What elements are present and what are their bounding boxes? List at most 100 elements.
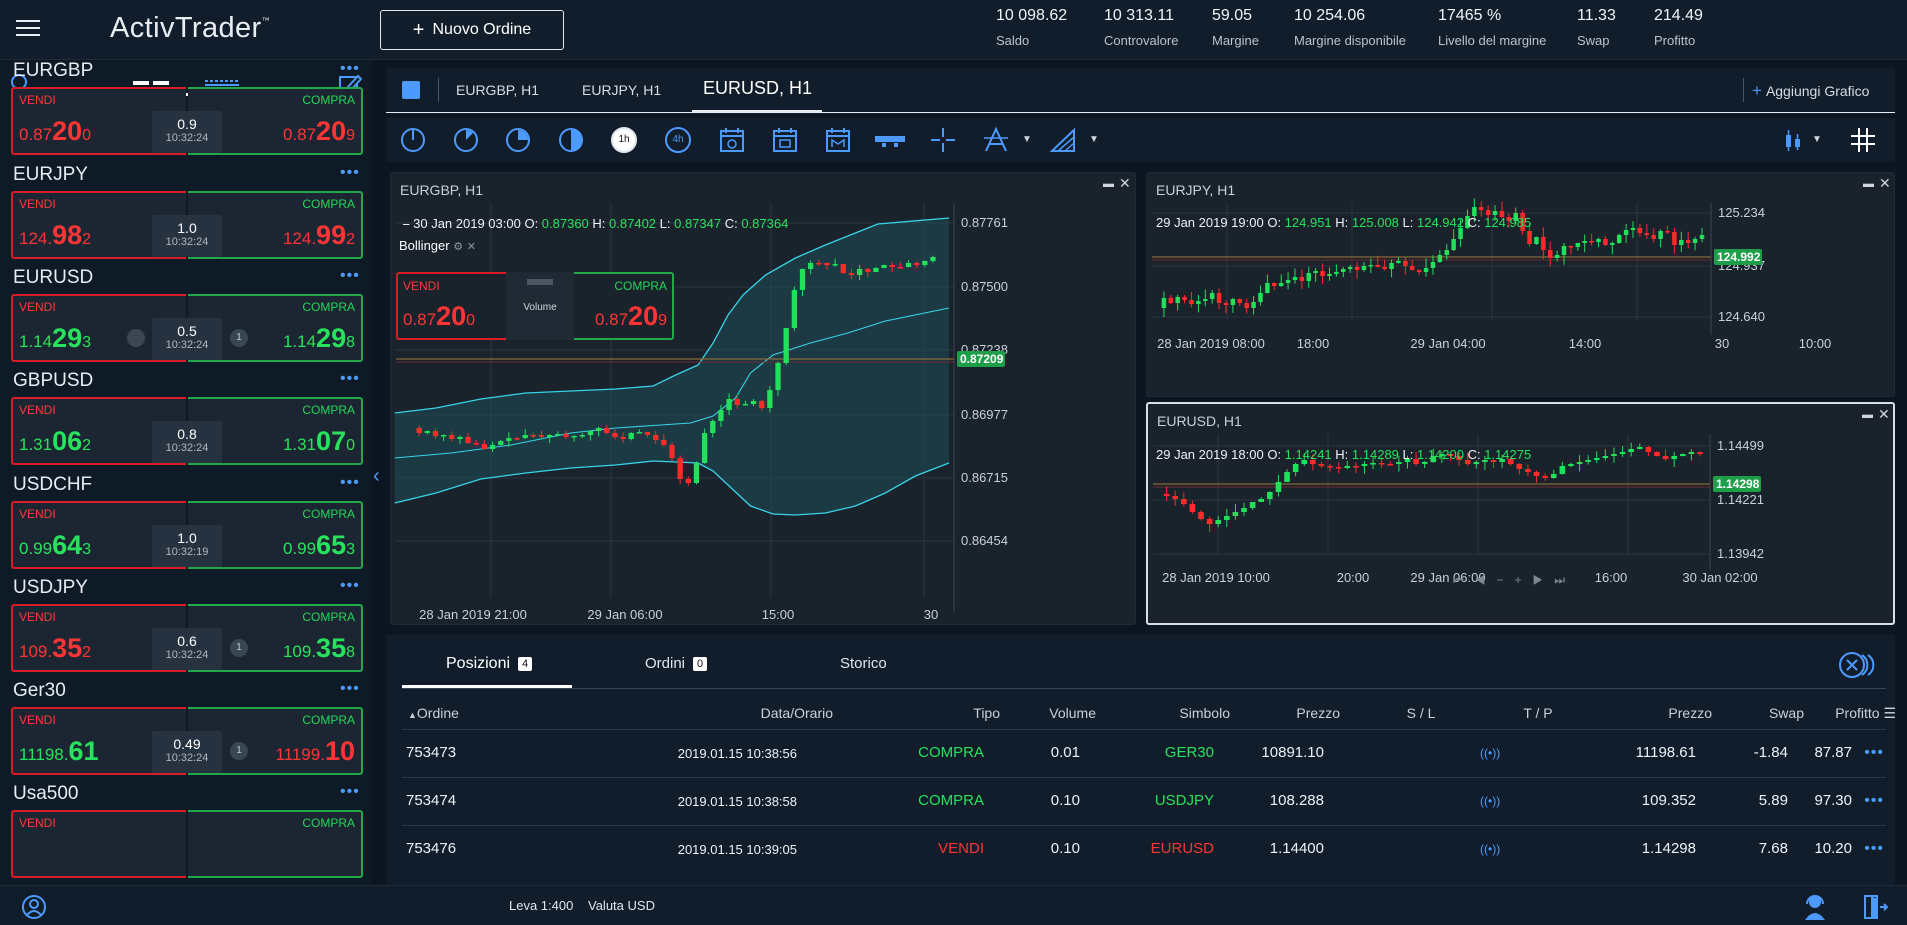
more-options-icon[interactable]: ••• — [340, 370, 360, 388]
new-order-button[interactable]: + Nuovo Ordine — [380, 10, 564, 50]
stat-free-margin: 10 254.06 Margine disponibile — [1294, 7, 1407, 48]
cell-price: 10891.10 — [1261, 744, 1324, 761]
candlestick-chart[interactable]: 0.877610.875000.872380.869770.867150.864… — [391, 173, 1136, 625]
tab-eurusd[interactable]: EURUSD, H1 — [703, 78, 812, 99]
support-icon[interactable] — [1802, 893, 1828, 921]
table-row[interactable]: 753476 2019.01.15 10:39:05 VENDI 0.10 EURUSD… — [402, 825, 1886, 873]
col-header-type[interactable]: Tipo — [840, 705, 1000, 721]
candle — [1334, 272, 1339, 274]
col-header-volume[interactable]: Volume — [1006, 705, 1096, 721]
fibonacci-icon[interactable] — [983, 127, 1009, 153]
more-options-icon[interactable]: ••• — [340, 577, 360, 595]
candlestick-chart[interactable]: 125.234124.937124.640124.99228 Jan 2019 … — [1147, 173, 1895, 397]
candle — [1196, 301, 1201, 304]
candle — [1241, 508, 1247, 512]
close-icon[interactable]: ✕ — [467, 241, 476, 253]
more-options-icon[interactable]: ••• — [1864, 744, 1884, 762]
tab-eurjpy[interactable]: EURJPY, H1 — [582, 82, 661, 98]
table-row[interactable]: 753473 2019.01.15 10:38:56 COMPRA 0.01 GER30… — [402, 729, 1886, 777]
candle — [1189, 300, 1194, 304]
tab-active-indicator — [692, 110, 822, 113]
add-chart-button[interactable]: + Aggiungi Grafico — [1752, 81, 1869, 101]
cell-volume: 0.01 — [1050, 744, 1080, 761]
layout-icon[interactable] — [402, 81, 420, 99]
open-positions-badge[interactable]: 1 — [230, 329, 248, 347]
more-options-icon[interactable]: ••• — [340, 474, 360, 492]
candle — [1679, 454, 1686, 456]
candle — [547, 435, 553, 437]
chevron-down-icon[interactable]: ▼ — [1089, 134, 1099, 145]
col-header-current-price[interactable]: Prezzo — [1586, 705, 1712, 721]
volume-box[interactable]: Volume — [506, 272, 574, 340]
chevron-down-icon[interactable]: ▼ — [1022, 134, 1032, 145]
cell-type: COMPRA — [918, 744, 984, 761]
menu-icon[interactable] — [16, 20, 40, 38]
more-options-icon[interactable]: ••• — [1864, 840, 1884, 858]
chart-buy-button[interactable]: COMPRA 0.87209 — [574, 272, 674, 340]
col-header-tp[interactable]: T / P — [1503, 705, 1573, 721]
col-header-date[interactable]: Data/Orario — [633, 705, 833, 721]
instrument-card: Ger30 ••• VENDI 11198.61 COMPRA 11199.10 0.49 1… — [0, 680, 372, 784]
settings-icon[interactable]: ⚙ — [453, 241, 463, 253]
open-positions-badge[interactable]: 1 — [230, 742, 248, 760]
col-header-swap[interactable]: Swap — [1726, 705, 1804, 721]
tab-eurgbp[interactable]: EURGBP, H1 — [456, 82, 539, 98]
more-options-icon[interactable]: ••• — [1864, 792, 1884, 810]
buy-button[interactable]: COMPRA — [188, 810, 363, 878]
table-row[interactable]: 753474 2019.01.15 10:38:58 COMPRA 0.10 USDJP… — [402, 777, 1886, 825]
y-tick-label: 0.87761 — [961, 215, 1008, 230]
candlestick-chart[interactable]: 1.14499 1.14221 1.13942 1.14298 28 Jan 2019 … — [1148, 404, 1895, 625]
more-options-icon[interactable]: ••• — [340, 267, 360, 285]
col-header-sl[interactable]: S / L — [1386, 705, 1456, 721]
sell-button[interactable]: VENDI — [11, 810, 186, 878]
chart-type-icon[interactable] — [1783, 127, 1803, 153]
instrument-list: EURGBP ••• VENDI 0.87200 COMPRA 0.87209 0.9 10:… — [0, 61, 372, 885]
candle — [1403, 261, 1408, 266]
tab-positions[interactable]: Posizioni 4 — [446, 655, 533, 673]
timeframe-4h-icon[interactable]: 4h — [665, 127, 691, 153]
col-header-profit[interactable]: Profitto ☰ — [1806, 705, 1895, 722]
open-positions-badge[interactable]: 1 — [230, 639, 248, 657]
cell-symbol: GER30 — [1164, 744, 1214, 761]
candle — [1181, 499, 1187, 504]
timeframe-15m-icon[interactable] — [505, 127, 531, 153]
open-positions-badge[interactable] — [127, 329, 145, 347]
more-options-icon[interactable]: ••• — [340, 164, 360, 182]
calendar-month-icon[interactable] — [825, 127, 851, 153]
more-options-icon[interactable]: ••• — [340, 783, 360, 801]
candle — [1547, 250, 1553, 258]
drawing-tool-icon[interactable] — [1050, 127, 1076, 153]
grid-icon[interactable] — [1850, 127, 1876, 153]
timeframe-1h-icon[interactable]: 1h — [611, 127, 637, 153]
crosshair-icon[interactable] — [930, 127, 956, 153]
candle — [1582, 241, 1587, 243]
candle — [661, 440, 667, 445]
account-icon[interactable] — [21, 894, 47, 920]
instrument-card: EURJPY ••• VENDI 124.982 COMPRA 124.992 1.0 10:… — [0, 164, 372, 268]
timeframe-5m-icon[interactable] — [453, 127, 479, 153]
col-header-price[interactable]: Prezzo — [1236, 705, 1340, 721]
calendar-week-icon[interactable] — [772, 127, 798, 153]
ruler-icon[interactable] — [874, 127, 906, 153]
chart-workspace: EURGBP, H1 EURJPY, H1 EURUSD, H1 + Aggiun… — [386, 68, 1895, 162]
calendar-day-icon[interactable] — [719, 127, 745, 153]
tab-orders[interactable]: Ordini 0 — [645, 655, 708, 672]
chart-navigation-controls[interactable]: ⏮◀−+▶⏭ — [1453, 573, 1576, 588]
close-all-positions-icon[interactable] — [1838, 650, 1884, 680]
chevron-down-icon[interactable]: ▼ — [1812, 134, 1822, 145]
timeframe-1m-icon[interactable] — [400, 127, 426, 153]
more-options-icon[interactable]: ••• — [340, 61, 360, 78]
spread-box: 0.5 10:32:24 — [152, 318, 222, 360]
collapse-left-icon[interactable]: ‹ — [373, 465, 380, 488]
tab-history[interactable]: Storico — [840, 655, 887, 672]
candle — [1665, 231, 1670, 233]
more-options-icon[interactable]: ••• — [340, 680, 360, 698]
status-bar: Leva 1:400 Valuta USD — [0, 885, 1907, 925]
column-settings-icon[interactable]: ☰ — [1883, 705, 1895, 721]
timeframe-30m-icon[interactable] — [558, 127, 584, 153]
tab-underline — [402, 688, 1886, 689]
col-header-order[interactable]: ▲Ordine — [408, 705, 459, 721]
logout-icon[interactable] — [1862, 893, 1888, 921]
col-header-symbol[interactable]: Simbolo — [1106, 705, 1230, 721]
chart-sell-button[interactable]: VENDI 0.87200 — [396, 272, 506, 340]
